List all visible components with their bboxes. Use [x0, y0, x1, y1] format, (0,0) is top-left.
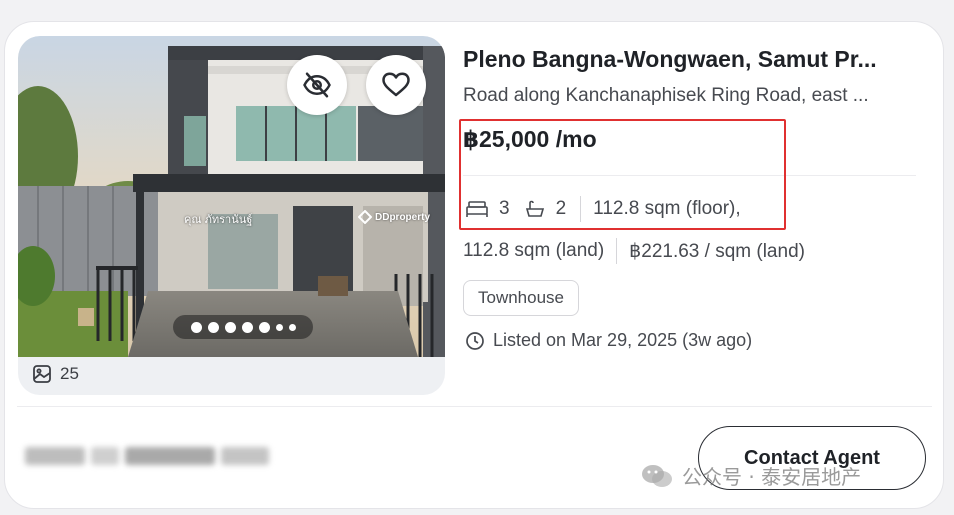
property-type-tag: Townhouse	[463, 280, 580, 316]
photo-count[interactable]: 25	[32, 364, 79, 384]
carousel-dot[interactable]	[288, 323, 296, 331]
photo-gallery[interactable]: คุณ ภัทรานันฐ์ DDproperty 25	[18, 36, 445, 395]
listing-specs-secondary: 112.8 sqm (land) ฿221.63 / sqm (land)	[463, 238, 805, 264]
carousel-dot[interactable]	[258, 321, 270, 333]
photo-count-value: 25	[60, 364, 79, 383]
carousel-dot[interactable]	[241, 321, 253, 333]
blurred-text	[25, 447, 85, 465]
land-area: 112.8 sqm (land)	[463, 240, 605, 261]
listing-photo[interactable]: คุณ ภัทรานันฐ์ DDproperty	[18, 36, 445, 357]
listed-date-text: Listed on Mar 29, 2025 (3w ago)	[493, 330, 753, 350]
carousel-dot[interactable]	[190, 321, 202, 333]
blurred-text	[91, 447, 119, 465]
heart-icon	[382, 72, 410, 97]
carousel-dots[interactable]	[173, 315, 313, 339]
listing-address: Road along Kanchanaphisek Ring Road, eas…	[463, 85, 869, 106]
carousel-dot[interactable]	[224, 321, 236, 333]
clock-icon	[466, 331, 484, 350]
price-highlight-box	[459, 119, 786, 230]
carousel-dot[interactable]	[275, 323, 283, 331]
carousel-dot[interactable]	[207, 321, 219, 333]
blurred-text	[125, 447, 215, 465]
ddproperty-watermark: DDproperty	[358, 210, 430, 224]
gallery-icon	[33, 365, 51, 383]
card-divider	[17, 406, 932, 407]
ddproperty-logo-icon	[358, 210, 372, 224]
wechat-watermark: 公众号 · 泰安居地产	[640, 461, 861, 490]
favorite-button[interactable]	[366, 55, 426, 115]
watermark-text: DDproperty	[375, 211, 431, 223]
spec-separator	[616, 238, 618, 264]
blurred-text	[221, 447, 269, 465]
listed-date: Listed on Mar 29, 2025 (3w ago)	[465, 330, 752, 351]
price-per-sqm: ฿221.63 / sqm (land)	[629, 240, 805, 262]
hide-listing-button[interactable]	[287, 55, 347, 115]
wechat-watermark-text: 公众号 · 泰安居地产	[682, 465, 862, 489]
wechat-icon	[642, 464, 672, 487]
agent-name-blurred	[25, 447, 269, 465]
listing-card[interactable]: คุณ ภัทรานันฐ์ DDproperty 25 Pleno Bangn…	[4, 21, 944, 509]
house-sign-text: คุณ ภัทรานันฐ์	[184, 214, 253, 226]
listing-title[interactable]: Pleno Bangna-Wongwaen, Samut Pr...	[463, 46, 923, 73]
eye-off-icon	[303, 72, 331, 98]
